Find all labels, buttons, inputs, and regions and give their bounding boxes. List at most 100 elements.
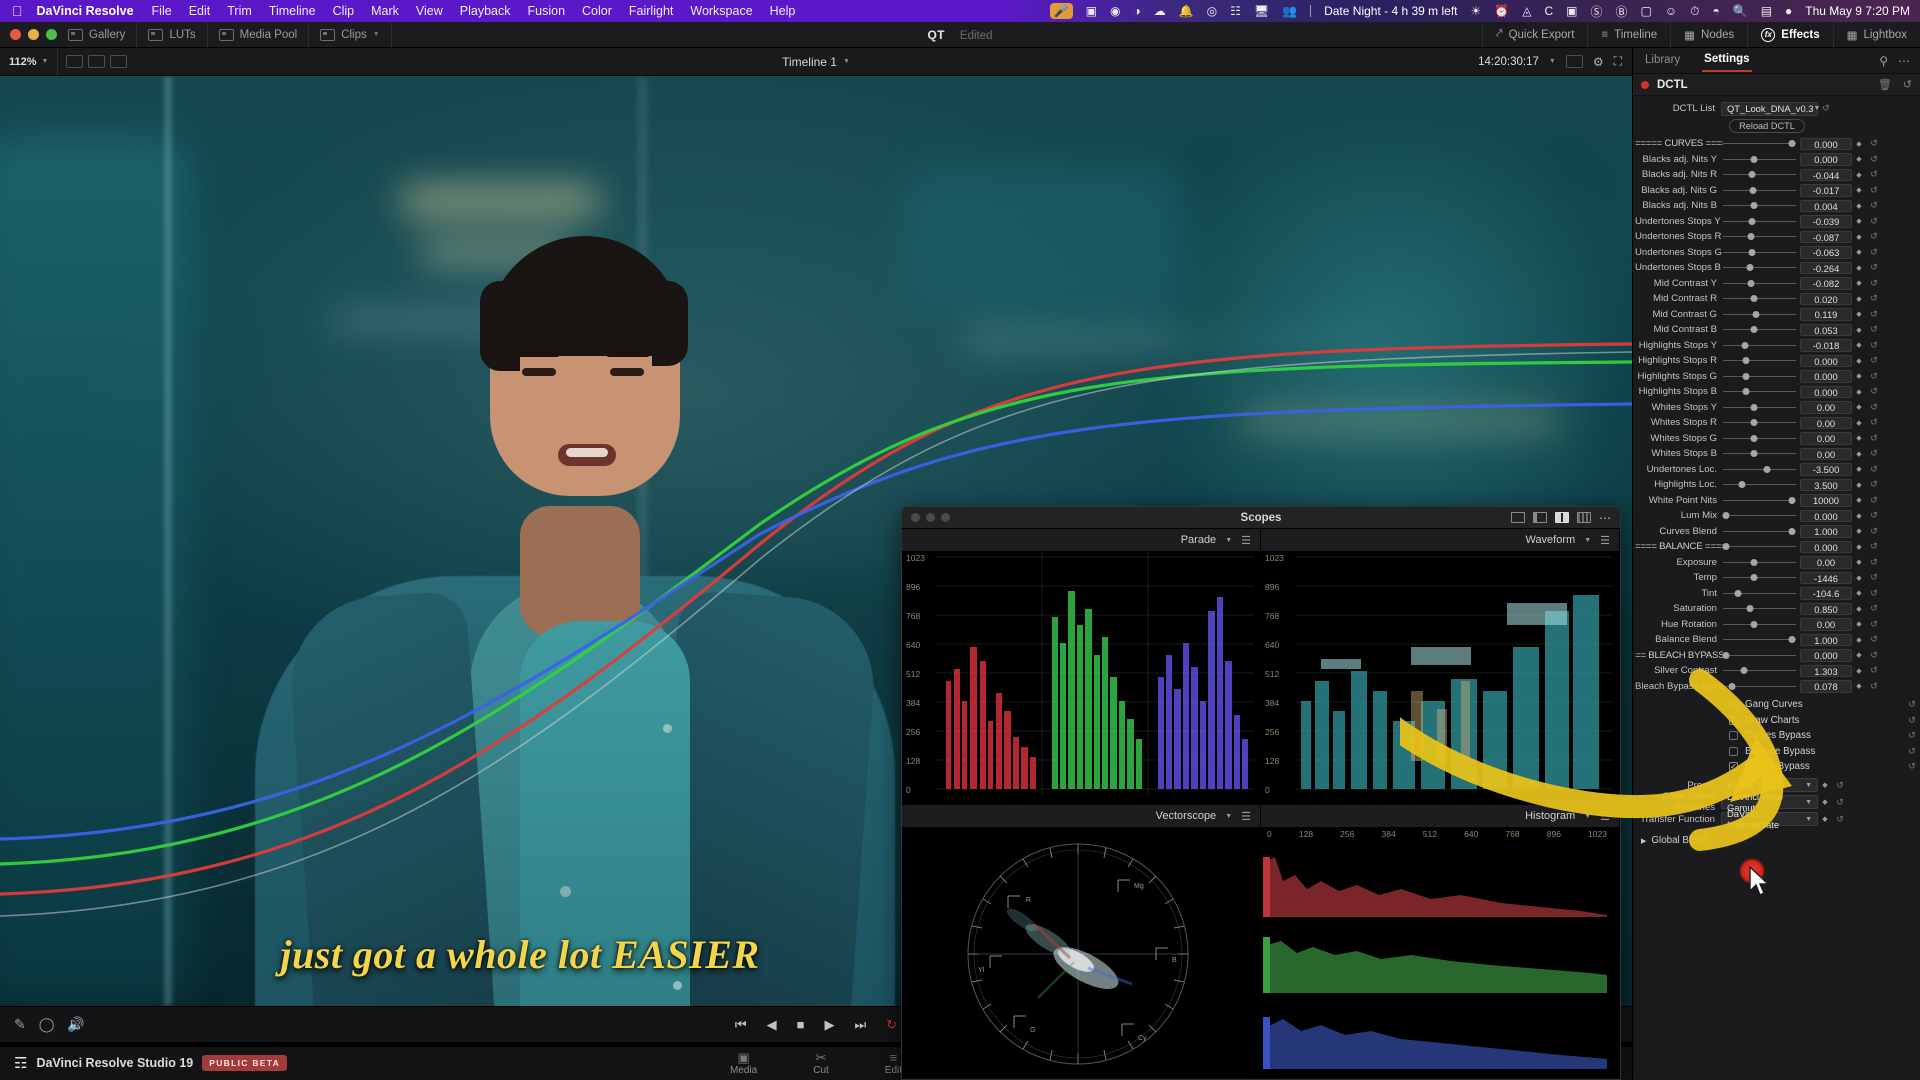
keyframe-diamond-icon[interactable]: ◆ [1852,155,1866,163]
slider-knob[interactable] [1763,466,1770,473]
slider-knob[interactable] [1747,605,1754,612]
viewer-timeline-name[interactable]: Timeline 1 ▼ [0,55,1632,69]
slider-knob[interactable] [1752,311,1759,318]
split-view-icon[interactable]: ▣ [1566,4,1577,18]
histogram-title[interactable]: Histogram [1525,810,1575,822]
param-slider[interactable] [1723,619,1796,630]
keyframe-diamond-icon[interactable]: ◆ [1852,279,1866,287]
param-value[interactable]: 0.000 [1800,649,1852,662]
param-slider[interactable] [1723,402,1796,413]
contrast-icon[interactable]: ◑ [1133,4,1140,18]
slider-knob[interactable] [1742,373,1749,380]
keyframe-diamond-icon[interactable]: ◆ [1852,171,1866,179]
chevron-down-icon[interactable]: ▼ [1584,537,1591,544]
slider-knob[interactable] [1750,574,1757,581]
reset-icon[interactable]: ↺ [1866,464,1882,475]
chevron-down-icon[interactable]: ▼ [843,58,850,65]
keyframe-diamond-icon[interactable]: ◆ [1852,450,1866,458]
reset-icon[interactable]: ↺ [1866,355,1882,366]
reset-icon[interactable]: ↺ [1866,402,1882,413]
scopes-window[interactable]: Scopes ⋯ Parade ▼ ☰ [901,506,1621,1080]
reset-icon[interactable]: ↺ [1866,634,1882,645]
shield-icon[interactable]: ◬ [1522,4,1531,18]
keyframe-diamond-icon[interactable]: ◆ [1852,651,1866,659]
reset-icon[interactable]: ↺ [1866,619,1882,630]
bell-badge-icon[interactable]: 🔔 [1179,4,1194,18]
param-slider[interactable] [1723,371,1796,382]
timeline-panel-button[interactable]: ≡ Timeline [1587,22,1670,48]
n-box-icon[interactable]: Ⓑ [1615,3,1627,20]
dropdown-transfer-function[interactable]: DaVinci Intermediate▼ [1721,812,1818,826]
slider-knob[interactable] [1789,140,1796,147]
menu-clip[interactable]: Clip [333,4,355,18]
slider-knob[interactable] [1741,342,1748,349]
keyframe-diamond-icon[interactable]: ◆ [1852,140,1866,148]
reset-icon[interactable]: ↺ [1832,780,1848,791]
scope-settings-icon[interactable]: ☰ [1600,534,1610,547]
keyframe-diamond-icon[interactable]: ◆ [1852,434,1866,442]
menu-edit[interactable]: Edit [189,4,211,18]
scopes-title-bar[interactable]: Scopes ⋯ [902,507,1620,529]
slider-knob[interactable] [1788,497,1795,504]
reset-icon[interactable]: ↺ [1904,761,1920,772]
dropdown-color-space-primaries[interactable]: DaVinci Wide Gamut▼ [1721,795,1818,809]
reset-icon[interactable]: ↺ [1818,103,1834,114]
slider-knob[interactable] [1750,202,1757,209]
reset-icon[interactable]: ↺ [1866,572,1882,583]
keyframe-diamond-icon[interactable]: ◆ [1852,388,1866,396]
chevron-down-icon[interactable]: ▼ [1225,813,1232,820]
keyframe-diamond-icon[interactable]: ◆ [1852,589,1866,597]
scope-settings-icon[interactable]: ☰ [1241,810,1251,823]
display-icon[interactable]: 🖥 [1254,4,1269,18]
param-value[interactable]: -0.018 [1800,339,1852,352]
keyframe-diamond-icon[interactable]: ◆ [1818,781,1832,789]
slider-knob[interactable] [1749,218,1756,225]
reset-icon[interactable]: ↺ [1866,262,1882,273]
vectorscope-title[interactable]: Vectorscope [1156,810,1217,822]
checkbox-balance-bypass[interactable] [1729,747,1738,756]
keyframe-diamond-icon[interactable]: ◆ [1852,202,1866,210]
page-button-cut[interactable]: ✂ Cut [813,1051,829,1076]
slider-knob[interactable] [1749,171,1756,178]
param-value[interactable]: 0.000 [1800,138,1852,151]
slider-knob[interactable] [1750,404,1757,411]
reset-icon[interactable]: ↺ [1866,681,1882,692]
toolbar-gallery[interactable]: Gallery [57,22,137,48]
circle-icon[interactable]: ◎ [1207,4,1217,18]
chevron-right-icon[interactable]: ▶ [1641,837,1646,845]
keyframe-diamond-icon[interactable]: ◆ [1852,558,1866,566]
reset-icon[interactable]: ↺ [1866,557,1882,568]
reset-icon[interactable]: ↺ [1866,526,1882,537]
reset-icon[interactable]: ↺ [1866,510,1882,521]
param-slider[interactable] [1723,448,1796,459]
minimize-window-button[interactable] [28,29,39,40]
skip-end-icon[interactable]: ⏭ [854,1017,866,1033]
param-slider[interactable] [1723,572,1796,583]
keyframe-diamond-icon[interactable]: ◆ [1852,543,1866,551]
reset-icon[interactable]: ↺ [1866,417,1882,428]
reset-icon[interactable]: ↺ [1866,541,1882,552]
reset-icon[interactable]: ↺ [1866,479,1882,490]
reset-icon[interactable]: ↺ [1866,231,1882,242]
search-icon[interactable]: ⚲ [1879,54,1888,68]
slider-knob[interactable] [1741,667,1748,674]
moon-c-icon[interactable]: C [1544,4,1553,18]
reset-icon[interactable]: ↺ [1866,340,1882,351]
param-value[interactable]: -0.264 [1800,262,1852,275]
keyframe-diamond-icon[interactable]: ◆ [1852,248,1866,256]
param-slider[interactable] [1723,634,1796,645]
scope-settings-icon[interactable]: ☰ [1600,810,1610,823]
menu-fairlight[interactable]: Fairlight [629,4,673,18]
nodes-panel-button[interactable]: ▦ Nodes [1670,22,1747,48]
slider-knob[interactable] [1750,156,1757,163]
reset-icon[interactable]: ↺ [1866,448,1882,459]
param-slider[interactable] [1723,185,1796,196]
menu-playback[interactable]: Playback [460,4,511,18]
param-value[interactable]: 0.020 [1800,293,1852,306]
param-value[interactable]: -0.044 [1800,169,1852,182]
reset-icon[interactable]: ↺ [1866,603,1882,614]
close-window-button[interactable] [10,29,21,40]
play-icon[interactable]: ▶ [824,1017,834,1033]
param-value[interactable]: -1446 [1800,572,1852,585]
slider-knob[interactable] [1750,295,1757,302]
